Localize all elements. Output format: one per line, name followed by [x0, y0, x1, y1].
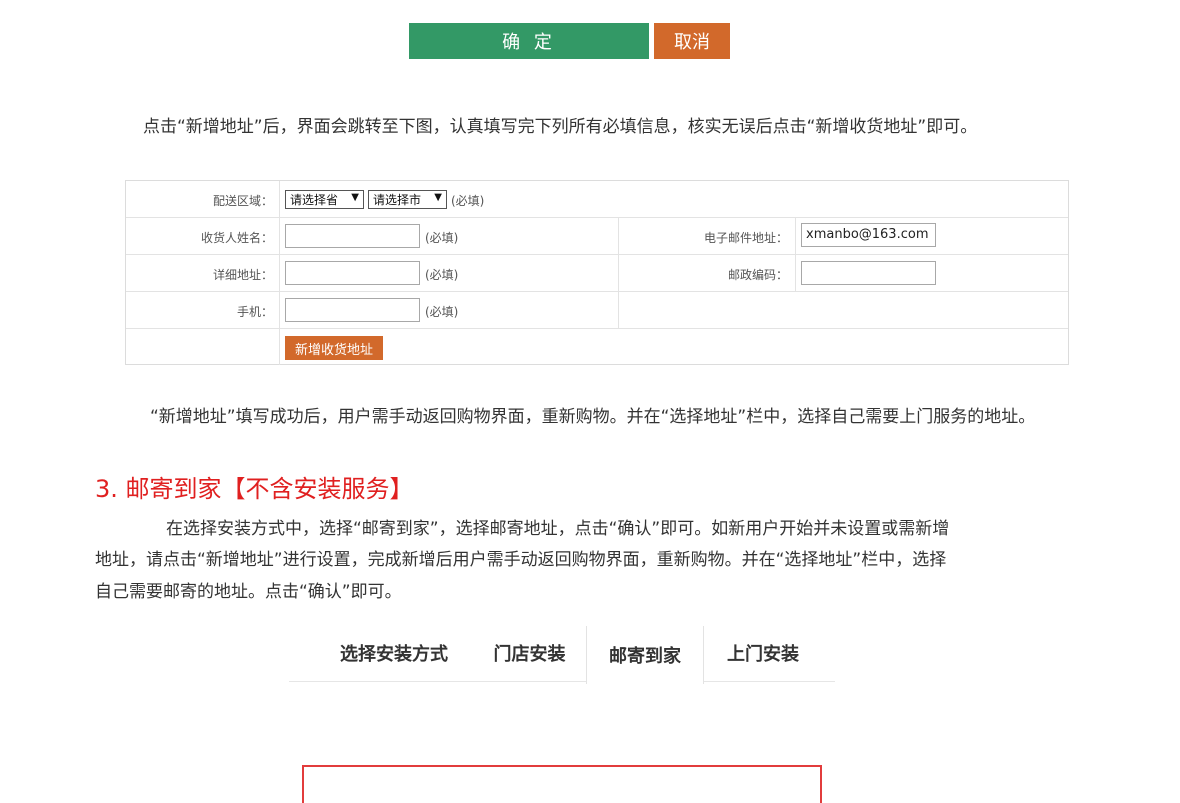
required-note: (必填) — [425, 231, 459, 245]
tab-store-install[interactable]: 门店安装 — [477, 624, 582, 682]
instruction-text-1: 点击“新增地址”后，界面会跳转至下图，认真填写完下列所有必填信息，核实无误后点击… — [143, 117, 978, 137]
zip-input[interactable] — [801, 261, 936, 285]
form-row-name: 收货人姓名： (必填) 电子邮件地址： xmanbo@163.com — [126, 218, 1068, 255]
address-form: 配送区域： 请选择省 ▼ 请选择市 ▼ (必填) 收货人姓名： (必填) 电子邮… — [125, 180, 1069, 365]
form-row-phone: 手机： (必填) — [126, 292, 1068, 329]
city-select[interactable]: 请选择市 ▼ — [368, 190, 447, 209]
form-row-region: 配送区域： 请选择省 ▼ 请选择市 ▼ (必填) — [126, 181, 1068, 218]
instruction-text-2: “新增地址”填写成功后，用户需手动返回购物界面，重新购物。并在“选择地址”栏中，… — [150, 407, 1036, 427]
install-method-tabs: 选择安装方式 门店安装 邮寄到家 上门安装 — [289, 624, 835, 684]
cancel-button[interactable]: 取消 — [654, 23, 730, 59]
phone-input[interactable] — [285, 298, 420, 322]
email-label: 电子邮件地址： — [703, 231, 788, 245]
required-note: (必填) — [425, 268, 459, 282]
instruction-text-3-line-1: 在选择安装方式中，选择“邮寄到家”，选择邮寄地址，点击“确认”即可。如新用户开始… — [166, 519, 950, 539]
confirm-button[interactable]: 确 定 — [409, 23, 649, 59]
region-label: 配送区域： — [212, 194, 273, 208]
tab-onsite-install[interactable]: 上门安装 — [709, 624, 817, 682]
dropdown-arrow-icon: ▼ — [351, 192, 359, 203]
dropdown-arrow-icon: ▼ — [434, 192, 442, 203]
province-select[interactable]: 请选择省 ▼ — [285, 190, 364, 209]
phone-label: 手机： — [236, 305, 273, 319]
address-select-panel — [302, 765, 822, 803]
form-row-address: 详细地址： (必填) 邮政编码： — [126, 255, 1068, 292]
required-note: (必填) — [425, 305, 459, 319]
name-label: 收货人姓名： — [200, 231, 273, 245]
email-input[interactable]: xmanbo@163.com — [801, 223, 936, 247]
address-label: 详细地址： — [212, 268, 273, 282]
tab-select-install-method: 选择安装方式 — [340, 644, 448, 665]
section-title: 3. 邮寄到家【不含安装服务】 — [95, 475, 414, 503]
city-select-value: 请选择市 — [373, 193, 422, 207]
add-address-button[interactable]: 新增收货地址 — [285, 336, 383, 360]
instruction-text-3-line-3: 自己需要邮寄的地址。点击“确认”即可。 — [95, 582, 402, 602]
tab-mail-home[interactable]: 邮寄到家 — [586, 626, 704, 684]
name-input[interactable] — [285, 224, 420, 248]
form-row-submit: 新增收货地址 — [126, 329, 1068, 365]
province-select-value: 请选择省 — [290, 193, 339, 207]
required-note: (必填) — [451, 194, 485, 208]
instruction-text-3-line-2: 地址，请点击“新增地址”进行设置，完成新增后用户需手动返回购物界面，重新购物。并… — [95, 550, 947, 570]
zip-label: 邮政编码： — [727, 268, 788, 282]
address-input[interactable] — [285, 261, 420, 285]
